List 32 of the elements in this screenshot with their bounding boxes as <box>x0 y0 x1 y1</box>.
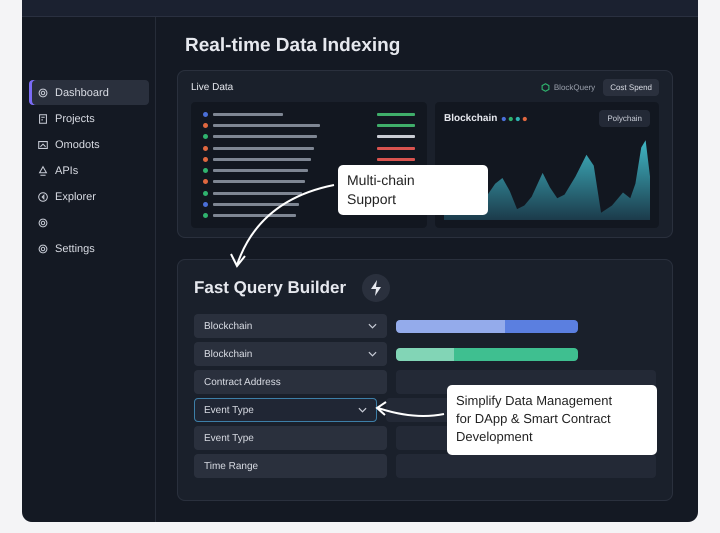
chevron-down-icon <box>368 351 377 357</box>
lightning-icon[interactable] <box>362 274 390 302</box>
annotation-tooltip: Multi-chain Support <box>338 165 488 215</box>
value-field[interactable] <box>396 454 656 478</box>
input-field[interactable]: Contract Address <box>194 370 387 394</box>
compass-icon <box>37 190 49 202</box>
cost-button[interactable]: Cost Spend <box>603 78 659 96</box>
chevron-down-icon <box>358 407 367 413</box>
sidebar-item[interactable]: Omodots <box>29 132 149 157</box>
section-title: Fast Query Builder <box>194 278 346 298</box>
doc-icon <box>37 112 49 124</box>
brand-name: BlockQuery <box>554 82 596 92</box>
data-line-drawing <box>213 112 283 116</box>
sidebar-item[interactable]: Dashboard <box>29 80 149 105</box>
legend-dots-icon <box>501 116 530 122</box>
chain-dropdown[interactable]: Polychain <box>599 110 650 127</box>
input-field[interactable]: Time Range <box>194 454 387 478</box>
sidebar-item[interactable]: Projects <box>29 106 149 131</box>
select-field[interactable]: Event Type <box>194 398 377 422</box>
sidebar-item[interactable]: Explorer <box>29 184 149 209</box>
chevron-down-icon <box>368 323 377 329</box>
input-field[interactable]: Event Type <box>194 426 387 450</box>
sidebar-item[interactable]: Settings <box>29 236 149 261</box>
hexagon-icon <box>540 82 550 92</box>
sidebar-item[interactable]: APIs <box>29 158 149 183</box>
select-field[interactable]: Blockchain <box>194 342 387 366</box>
annotation-tooltip: Simplify Data Management for DApp & Smart Contract Development <box>447 385 657 455</box>
chart-title: Blockchain <box>444 113 498 124</box>
panel-title: Live Data <box>191 82 234 92</box>
page-title: Real-time Data Indexing <box>185 35 402 57</box>
image-icon <box>37 138 49 150</box>
select-field[interactable]: Blockchain <box>194 314 387 338</box>
